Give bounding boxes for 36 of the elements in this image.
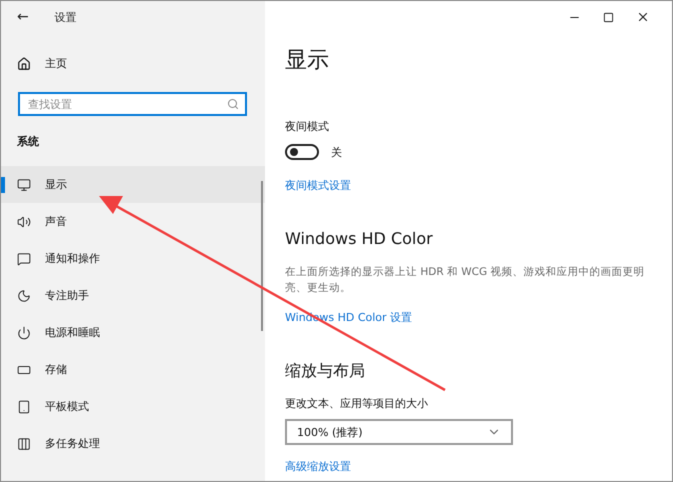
search-icon <box>227 98 239 110</box>
close-icon[interactable] <box>636 10 650 24</box>
night-mode-toggle[interactable] <box>285 144 319 160</box>
moon-icon <box>17 288 31 302</box>
section-heading: Windows HD Color <box>285 229 434 248</box>
sidebar-item[interactable]: 显示 <box>1 166 265 203</box>
window-title: 设置 <box>54 10 77 24</box>
sidebar-item[interactable]: 专注助手 <box>1 277 265 314</box>
sidebar-item[interactable]: 多任务处理 <box>1 425 265 462</box>
sidebar-item[interactable]: 声音 <box>1 203 265 240</box>
section-heading: 缩放与布局 <box>285 361 366 382</box>
sidebar-item[interactable]: 存储 <box>1 351 265 388</box>
sidebar-item[interactable]: 平板模式 <box>1 388 265 425</box>
speaker-icon <box>17 214 31 228</box>
page-title: 显示 <box>285 47 330 75</box>
sidebar-item[interactable]: 电源和睡眠 <box>1 314 265 351</box>
scale-label: 更改文本、应用等项目的大小 <box>285 396 429 411</box>
section-heading: 系统 <box>16 134 40 150</box>
monitor-icon <box>17 178 31 192</box>
search-field[interactable]: 查找设置 <box>18 92 247 116</box>
columns-icon <box>17 436 31 450</box>
message-icon <box>17 252 31 266</box>
selection-indicator <box>1 177 5 193</box>
scale-dropdown[interactable]: 100% (推荐) <box>285 419 513 445</box>
home-icon <box>17 56 31 70</box>
maximize-icon[interactable] <box>603 12 614 22</box>
toggle-state-text: 关 <box>331 144 342 160</box>
night-mode-settings-link[interactable]: 夜间模式设置 <box>285 178 351 193</box>
back-button[interactable]: ← <box>17 9 29 25</box>
description-text: 在上面所选择的显示器上让 HDR 和 WCG 视频、游戏和应用中的画面更明亮、更生动。 <box>285 265 645 296</box>
tablet-icon <box>17 400 31 414</box>
home-nav-item[interactable]: 主页 <box>1 45 265 82</box>
night-mode-label: 夜间模式 <box>285 119 330 134</box>
advanced-scaling-link[interactable]: 高级缩放设置 <box>285 459 351 474</box>
sidebar-item[interactable]: 通知和操作 <box>1 240 265 277</box>
power-icon <box>17 326 31 340</box>
